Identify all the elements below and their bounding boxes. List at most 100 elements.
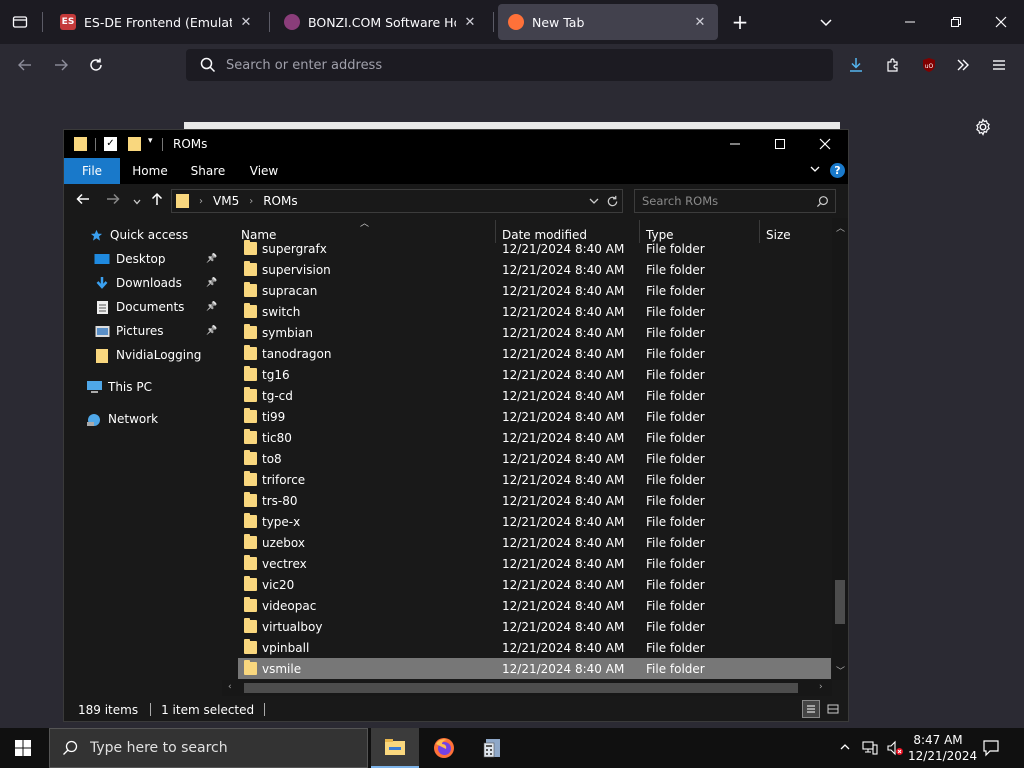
ribbon-tab-view[interactable]: View xyxy=(240,158,288,184)
restore-icon[interactable] xyxy=(944,12,968,32)
taskbar-firefox[interactable] xyxy=(420,728,468,768)
address-bar[interactable]: › VM5 › ROMs xyxy=(171,189,623,213)
scroll-right-arrow-icon[interactable]: › xyxy=(819,682,823,692)
volume-muted-icon[interactable] xyxy=(886,740,904,759)
tab-close-icon[interactable]: ✕ xyxy=(462,15,478,30)
file-row[interactable]: vic20 12/21/2024 8:40 AM File folder xyxy=(238,574,831,595)
url-input[interactable] xyxy=(226,57,786,73)
nav-item-pictures[interactable]: Pictures 📌 xyxy=(94,320,222,342)
explorer-minimize-button[interactable] xyxy=(712,130,758,158)
ribbon-tab-home[interactable]: Home xyxy=(126,158,174,184)
browser-tab[interactable]: BONZI.COM Software Home P ✕ xyxy=(274,4,488,40)
file-type: File folder xyxy=(646,493,705,508)
file-row[interactable]: tg16 12/21/2024 8:40 AM File folder xyxy=(238,364,831,385)
details-view-icon[interactable] xyxy=(802,700,820,718)
file-row[interactable]: supervision 12/21/2024 8:40 AM File folder xyxy=(238,259,831,280)
scroll-down-arrow-icon[interactable]: ﹀ xyxy=(836,664,845,677)
horizontal-scroll-thumb[interactable] xyxy=(244,683,798,693)
file-row[interactable]: vpinball 12/21/2024 8:40 AM File folder xyxy=(238,637,831,658)
browser-tab[interactable]: ES ES-DE Frontend (EmulationStation ✕ xyxy=(50,4,264,40)
breadcrumb-vm5[interactable]: VM5 xyxy=(213,194,239,208)
nav-item-quick-access[interactable]: Quick access xyxy=(88,224,222,246)
help-icon[interactable]: ? xyxy=(830,163,845,178)
file-row[interactable]: uzebox 12/21/2024 8:40 AM File folder xyxy=(238,532,831,553)
file-row[interactable]: tg-cd 12/21/2024 8:40 AM File folder xyxy=(238,385,831,406)
settings-gear-icon[interactable] xyxy=(972,116,994,138)
large-icons-view-icon[interactable] xyxy=(824,700,842,718)
file-row[interactable]: switch 12/21/2024 8:40 AM File folder xyxy=(238,301,831,322)
network-icon[interactable] xyxy=(862,740,878,759)
extensions-puzzle-icon[interactable] xyxy=(882,54,904,76)
tab-close-icon[interactable]: ✕ xyxy=(692,15,708,30)
file-type: File folder xyxy=(646,325,705,340)
notifications-icon[interactable] xyxy=(982,739,1000,760)
nav-item-documents[interactable]: Documents 📌 xyxy=(94,296,222,318)
file-row[interactable]: ti99 12/21/2024 8:40 AM File folder xyxy=(238,406,831,427)
taskbar-file-explorer[interactable] xyxy=(371,728,419,768)
list-all-tabs-chevron-icon[interactable] xyxy=(814,12,838,32)
close-window-icon[interactable] xyxy=(989,12,1013,32)
file-row[interactable]: triforce 12/21/2024 8:40 AM File folder xyxy=(238,469,831,490)
horizontal-scrollbar[interactable]: ‹ › xyxy=(222,680,832,696)
breadcrumb-roms[interactable]: ROMs xyxy=(263,194,297,208)
explorer-close-button[interactable] xyxy=(802,130,848,158)
show-hidden-icons-chevron-icon[interactable] xyxy=(839,741,851,756)
explorer-maximize-button[interactable] xyxy=(757,130,803,158)
properties-check-icon[interactable]: ✓ xyxy=(104,137,117,151)
vertical-scrollbar[interactable]: ︿ ﹀ xyxy=(832,218,848,680)
back-arrow-icon[interactable] xyxy=(14,54,36,76)
forward-arrow-icon[interactable] xyxy=(50,54,72,76)
file-row[interactable]: tanodragon 12/21/2024 8:40 AM File folder xyxy=(238,343,831,364)
nav-item-network[interactable]: Network xyxy=(86,408,222,430)
new-tab-plus-icon[interactable]: + xyxy=(728,10,752,34)
recent-locations-chevron-icon[interactable] xyxy=(132,193,142,211)
file-type: File folder xyxy=(646,598,705,613)
ribbon-tab-share[interactable]: Share xyxy=(184,158,232,184)
ribbon-tab-file[interactable]: File xyxy=(64,158,120,184)
windows-start-icon[interactable] xyxy=(14,739,32,760)
file-row[interactable]: symbian 12/21/2024 8:40 AM File folder xyxy=(238,322,831,343)
browser-tab[interactable]: New Tab ✕ xyxy=(498,4,718,40)
minimize-icon[interactable] xyxy=(898,12,922,32)
quick-access-dropdown-icon[interactable]: ▾ xyxy=(148,136,153,146)
address-dropdown-chevron-icon[interactable] xyxy=(588,195,600,210)
taskbar-app[interactable] xyxy=(468,728,516,768)
downloads-icon[interactable] xyxy=(845,54,867,76)
file-row[interactable]: vectrex 12/21/2024 8:40 AM File folder xyxy=(238,553,831,574)
url-bar[interactable] xyxy=(186,49,833,81)
explorer-search-input[interactable] xyxy=(642,194,812,208)
back-arrow-icon[interactable] xyxy=(76,192,90,210)
nav-item-nvidialogging[interactable]: NvidiaLogging xyxy=(94,344,222,366)
ribbon-expand-chevron-icon[interactable] xyxy=(809,163,821,178)
ublock-origin-icon[interactable]: uO xyxy=(918,54,940,76)
file-row[interactable]: supracan 12/21/2024 8:40 AM File folder xyxy=(238,280,831,301)
explorer-search-box[interactable] xyxy=(634,189,836,213)
nav-item-downloads[interactable]: Downloads 📌 xyxy=(94,272,222,294)
file-row[interactable]: supergrafx 12/21/2024 8:40 AM File folder xyxy=(238,238,831,259)
file-row[interactable]: vsmile 12/21/2024 8:40 AM File folder xyxy=(238,658,831,679)
scroll-up-arrow-icon[interactable]: ︿ xyxy=(836,221,845,234)
overflow-chevrons-icon[interactable] xyxy=(952,54,974,76)
folder-icon xyxy=(244,555,257,570)
up-arrow-icon[interactable] xyxy=(150,192,164,210)
taskbar-search-input[interactable] xyxy=(90,740,350,756)
scroll-left-arrow-icon[interactable]: ‹ xyxy=(228,682,232,692)
firefox-view-icon[interactable] xyxy=(8,12,32,32)
taskbar-search-box[interactable] xyxy=(49,728,368,768)
file-row[interactable]: virtualboy 12/21/2024 8:40 AM File folder xyxy=(238,616,831,637)
file-row[interactable]: type-x 12/21/2024 8:40 AM File folder xyxy=(238,511,831,532)
tab-close-icon[interactable]: ✕ xyxy=(238,15,254,30)
refresh-icon[interactable] xyxy=(606,195,619,211)
taskbar-clock[interactable]: 8:47 AM 12/21/2024 xyxy=(908,732,977,764)
vertical-scroll-thumb[interactable] xyxy=(835,580,845,624)
forward-arrow-icon[interactable] xyxy=(106,192,120,210)
file-row[interactable]: videopac 12/21/2024 8:40 AM File folder xyxy=(238,595,831,616)
file-row[interactable]: trs-80 12/21/2024 8:40 AM File folder xyxy=(238,490,831,511)
reload-icon[interactable] xyxy=(85,54,107,76)
nav-item-desktop[interactable]: Desktop 📌 xyxy=(94,248,222,270)
nav-item-this-pc[interactable]: This PC xyxy=(86,376,222,398)
file-row[interactable]: to8 12/21/2024 8:40 AM File folder xyxy=(238,448,831,469)
hamburger-menu-icon[interactable] xyxy=(988,54,1010,76)
new-folder-icon[interactable] xyxy=(128,137,141,151)
file-row[interactable]: tic80 12/21/2024 8:40 AM File folder xyxy=(238,427,831,448)
